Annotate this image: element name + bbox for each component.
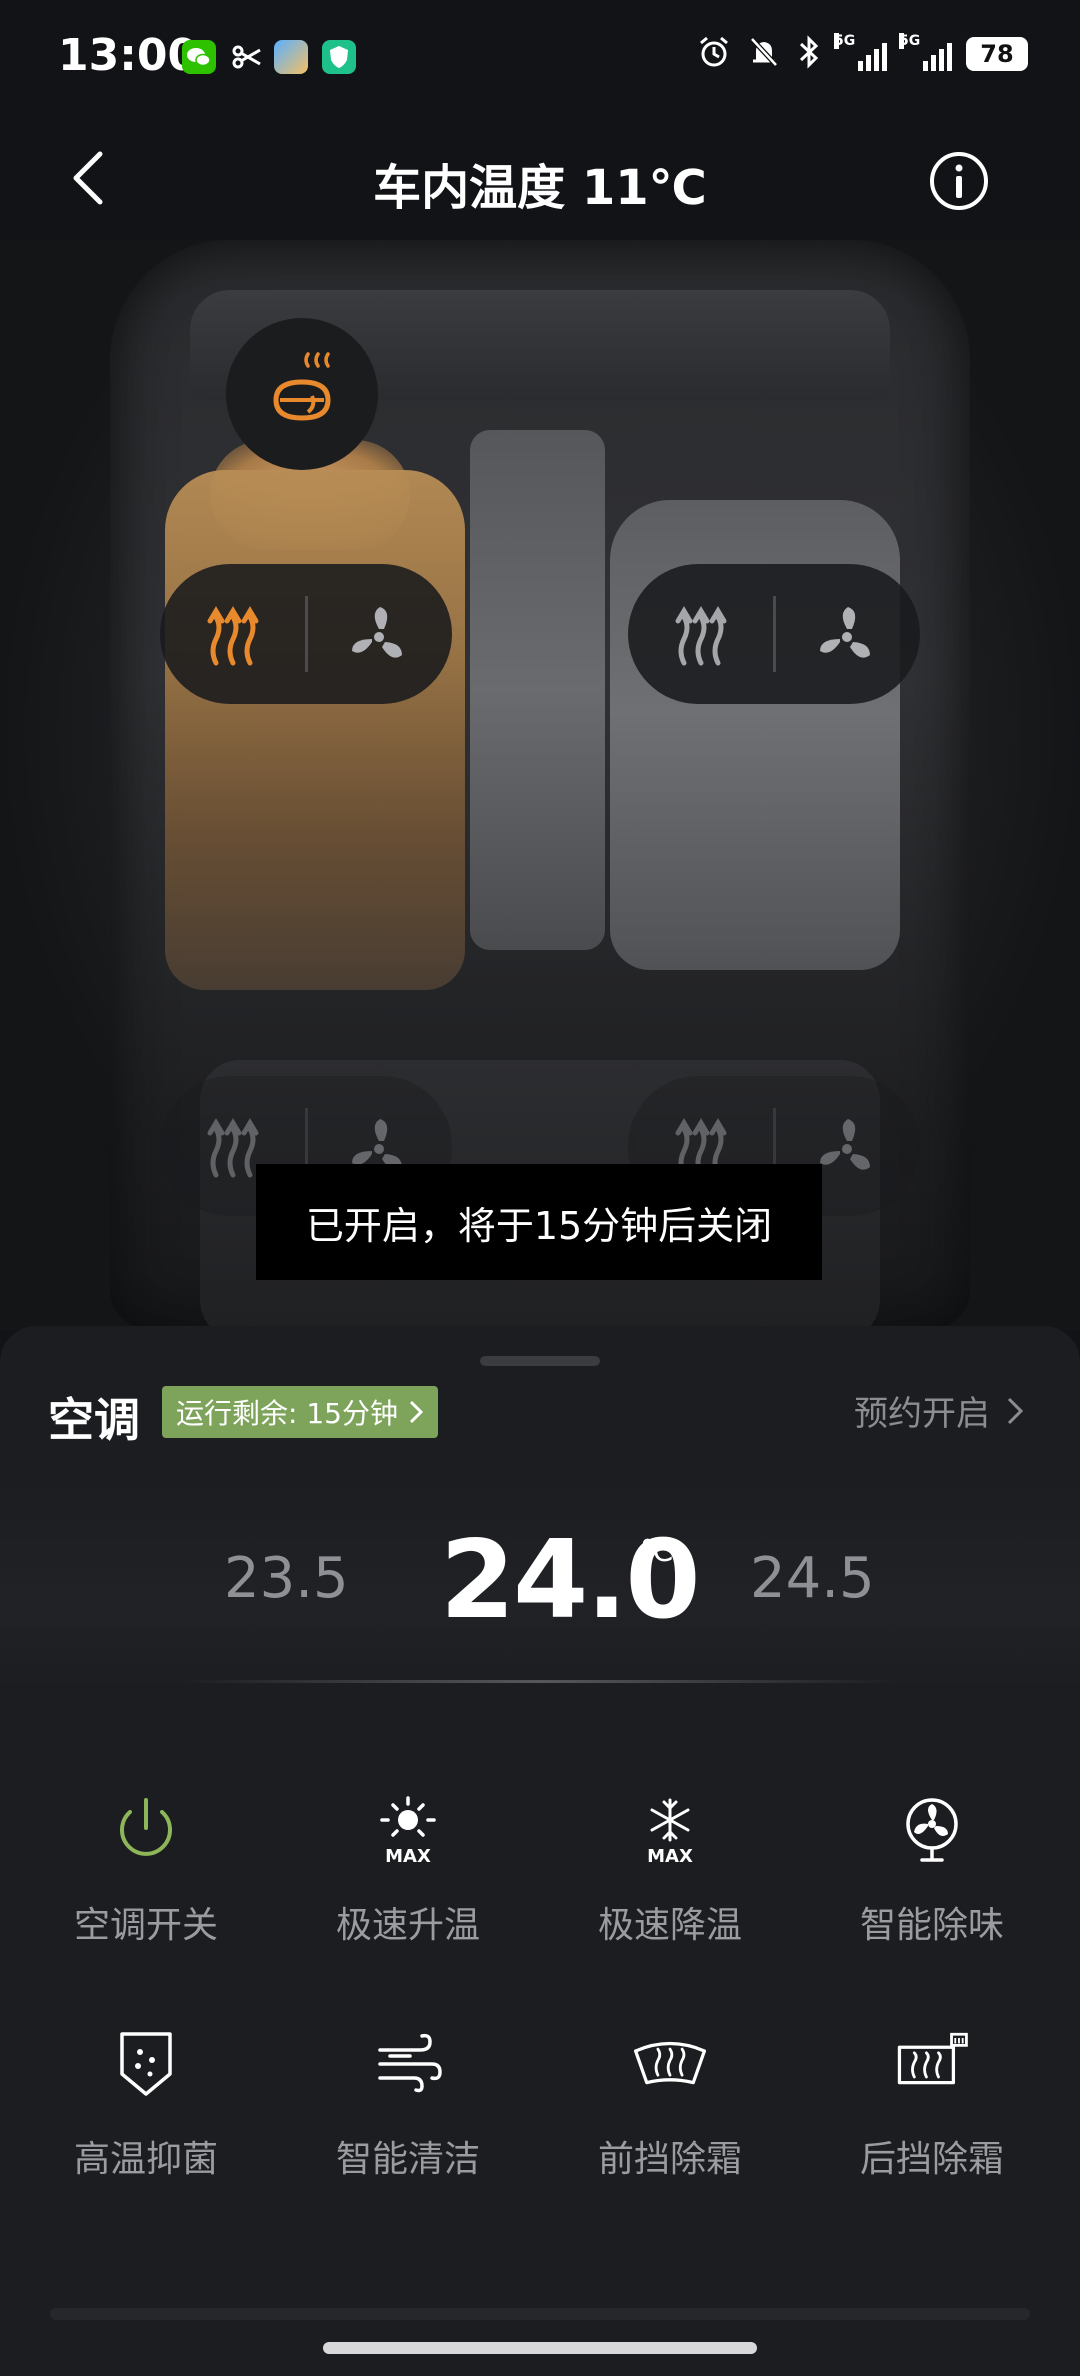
bell-off-icon — [746, 34, 782, 74]
chevron-right-icon — [1007, 1397, 1024, 1424]
temp-higher-option[interactable]: 24.5 — [750, 1546, 875, 1611]
seat-heat-icon — [207, 606, 259, 666]
wechat-icon — [182, 40, 216, 74]
info-button[interactable] — [928, 150, 990, 212]
ac-power-button[interactable]: 空调开关 — [11, 1790, 281, 1960]
smart-clean-button[interactable]: 智能清洁 — [273, 2024, 543, 2194]
svg-text:MAX: MAX — [647, 1846, 693, 1867]
rear-defrost-button[interactable]: 后挡除霜 — [797, 2024, 1067, 2194]
battery-indicator: 78 — [966, 37, 1028, 71]
front-left-seat-fan-button[interactable] — [306, 564, 452, 704]
temp-divider — [180, 1680, 900, 1683]
temp-unit: ℃ — [640, 1534, 674, 1569]
network-label: 5G — [834, 33, 856, 49]
schedule-label: 预约开启 — [854, 1394, 990, 1434]
sheet-grabber[interactable] — [480, 1356, 600, 1366]
svg-text:MAX: MAX — [385, 1846, 431, 1867]
status-bar: 13:00 5G 5G 78 — [0, 0, 1080, 110]
home-indicator[interactable] — [323, 2342, 757, 2354]
control-label: 后挡除霜 — [859, 2139, 1004, 2180]
control-label: 前挡除霜 — [597, 2139, 742, 2180]
rapid-heat-button[interactable]: MAX 极速升温 — [273, 1790, 543, 1960]
finder-icon — [274, 40, 308, 74]
shield-app-icon — [322, 40, 356, 74]
sheet-bottom-edge — [50, 2308, 1030, 2320]
neck-heater-button[interactable] — [226, 318, 378, 470]
front-right-seat-control — [628, 564, 920, 704]
snowflake-max-icon: MAX — [630, 1790, 710, 1870]
seat-fan-icon — [820, 607, 870, 658]
control-label: 智能除味 — [859, 1905, 1004, 1946]
shield-dots-icon — [106, 2024, 186, 2104]
seat-fan-icon — [820, 1119, 870, 1170]
control-label: 高温抑菌 — [73, 2139, 218, 2180]
run-remaining-badge[interactable]: 运行剩余: 15分钟 — [162, 1386, 438, 1438]
power-icon — [106, 1790, 186, 1870]
front-defrost-button[interactable]: 前挡除霜 — [535, 2024, 805, 2194]
neck-heater-icon — [273, 352, 331, 421]
front-right-seat-fan-button[interactable] — [774, 564, 920, 704]
control-label: 极速升温 — [335, 1905, 480, 1946]
control-label: 极速降温 — [597, 1905, 742, 1946]
rapid-cool-button[interactable]: MAX 极速降温 — [535, 1790, 805, 1960]
fan-icon — [892, 1790, 972, 1870]
center-console — [470, 430, 605, 950]
signal-5g-icon: 5G — [834, 33, 887, 71]
seat-heat-icon — [675, 606, 727, 666]
deodorize-button[interactable]: 智能除味 — [797, 1790, 1067, 1960]
schedule-button[interactable]: 预约开启 — [854, 1386, 1024, 1435]
sun-max-icon: MAX — [368, 1790, 448, 1870]
status-time: 13:00 — [58, 30, 199, 81]
network-label: 5G — [899, 33, 921, 49]
driver-seat — [165, 470, 465, 990]
front-left-seat-heat-button[interactable] — [160, 564, 306, 704]
bluetooth-icon — [796, 34, 822, 74]
signal-5g-icon: 5G — [899, 33, 952, 71]
scissors-icon — [230, 42, 264, 72]
front-right-seat-heat-button[interactable] — [628, 564, 774, 704]
page-title: 车内温度 11℃ — [373, 160, 707, 216]
front-left-seat-control — [160, 564, 452, 704]
front-defrost-icon — [630, 2024, 710, 2104]
ac-title: 空调 — [48, 1393, 140, 1447]
seat-fan-icon — [352, 607, 402, 658]
control-label: 空调开关 — [73, 1905, 218, 1946]
temp-lower-option[interactable]: 23.5 — [224, 1546, 349, 1611]
chevron-right-icon — [409, 1400, 424, 1424]
alarm-icon — [696, 34, 732, 74]
control-label: 智能清洁 — [335, 2139, 480, 2180]
rear-defrost-icon — [892, 2024, 972, 2104]
sterilize-button[interactable]: 高温抑菌 — [11, 2024, 281, 2194]
wind-icon — [368, 2024, 448, 2104]
toast-message: 已开启，将于15分钟后关闭 — [256, 1164, 822, 1280]
run-remaining-label: 运行剩余: 15分钟 — [176, 1397, 398, 1430]
info-icon — [930, 152, 988, 210]
status-right-icons: 5G 5G 78 — [696, 33, 1028, 74]
